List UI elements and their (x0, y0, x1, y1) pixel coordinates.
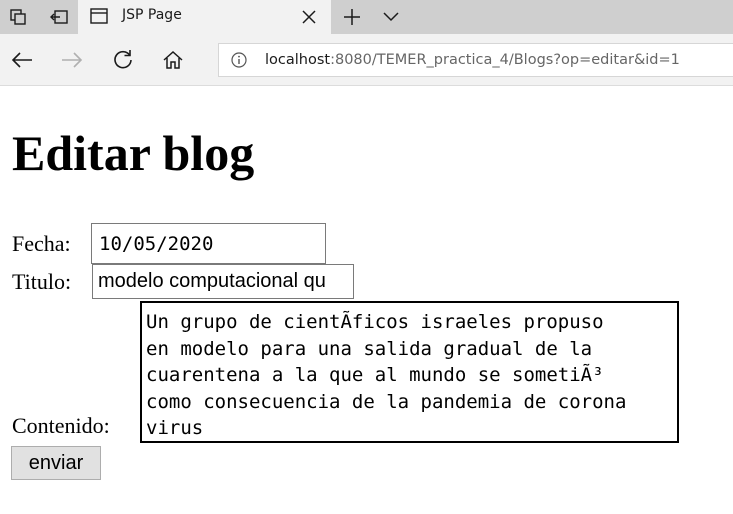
forward-arrow-icon[interactable] (58, 46, 86, 74)
tab-strip: JSP Page (0, 0, 733, 34)
titulo-label: Titulo: (12, 269, 72, 294)
new-tab-icon[interactable] (339, 4, 365, 30)
tab-title: JSP Page (122, 7, 182, 23)
close-icon[interactable] (298, 6, 320, 28)
url-text[interactable]: localhost:8080/TEMER_practica_4/Blogs?op… (265, 52, 680, 68)
tab-jsp-page[interactable]: JSP Page (78, 0, 331, 34)
page-icon (90, 8, 108, 24)
contenido-textarea[interactable]: Un grupo de cientÃficos israeles propuso… (140, 301, 679, 443)
url-host: localhost (265, 52, 331, 68)
tab-sets-icon[interactable] (2, 4, 34, 30)
address-bar[interactable]: localhost:8080/TEMER_practica_4/Blogs?op… (218, 43, 733, 77)
browser-toolbar: localhost:8080/TEMER_practica_4/Blogs?op… (0, 34, 733, 86)
chevron-down-icon[interactable] (378, 4, 404, 30)
home-icon[interactable] (159, 46, 187, 74)
info-icon[interactable] (231, 52, 247, 68)
fecha-label: Fecha: (12, 231, 71, 256)
refresh-icon[interactable] (109, 46, 137, 74)
titulo-field[interactable]: modelo computacional qu (92, 264, 354, 299)
url-path: :8080/TEMER_practica_4/Blogs?op=editar&i… (330, 52, 680, 68)
page-title: Editar blog (12, 125, 255, 181)
back-arrow-icon[interactable] (8, 46, 36, 74)
fecha-field[interactable]: 10/05/2020 (91, 223, 326, 264)
contenido-label: Contenido: (12, 413, 110, 438)
set-tabs-aside-icon[interactable] (43, 4, 75, 30)
enviar-button[interactable]: enviar (11, 446, 101, 480)
